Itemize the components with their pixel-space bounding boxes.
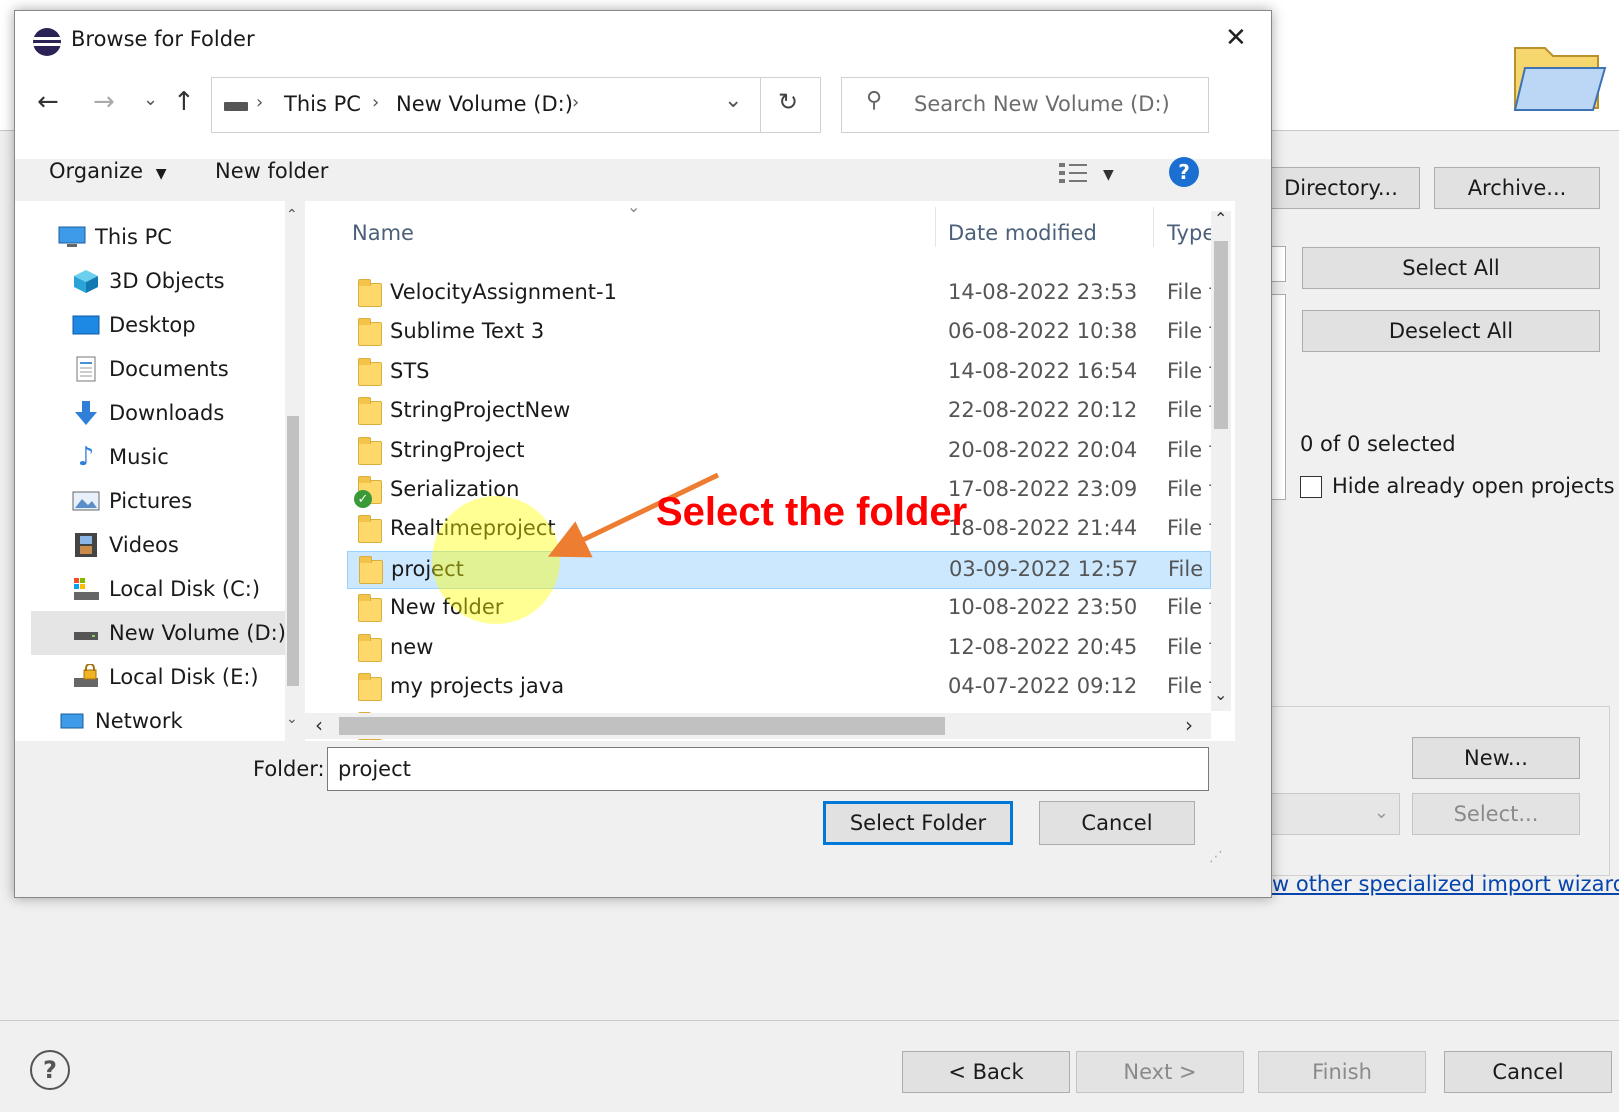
annotation-text: Select the folder (656, 490, 968, 534)
annotation-arrow (547, 472, 720, 558)
